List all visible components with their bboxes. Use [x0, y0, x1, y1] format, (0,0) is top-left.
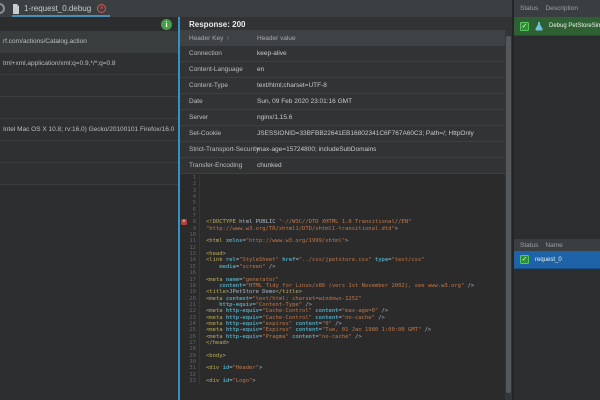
file-icon [12, 4, 20, 14]
request-detail-row[interactable] [0, 75, 178, 97]
request-detail-value: tml+xml,application/xml;q=0.9,*/*;q=0.8 [0, 60, 116, 67]
partial-circle-icon [0, 3, 5, 14]
scenario-table-header: Status Description [514, 0, 600, 17]
tab-bar: 1-request_0.debug × [0, 0, 512, 17]
request-detail-row[interactable]: Intel Mac OS X 10.8; rv:16.0) Gecko/2010… [0, 119, 178, 141]
request-detail-row[interactable] [0, 97, 178, 119]
header-value: text/html;charset=UTF-8 [257, 82, 327, 89]
header-key: Date [180, 98, 257, 105]
header-key: Server [180, 114, 257, 121]
header-key: Set-Cookie [180, 130, 257, 137]
request-table: rf.com/actions/Catalog.action tml+xml,app… [0, 31, 178, 185]
column-header-value[interactable]: Header value [257, 35, 296, 42]
status-panel: Status Description ✓ Debug PetStoreSimu … [512, 0, 600, 400]
header-key: Content-Type [180, 82, 257, 89]
response-header-row[interactable]: Servernginx/1.15.6 [180, 110, 512, 126]
code-text: <html xmlns="http://www.w3.org/1999/xhtm… [206, 238, 348, 244]
request-detail-row[interactable] [0, 141, 178, 163]
response-header-row[interactable]: Connectionkeep-alive [180, 46, 512, 62]
request-detail-row[interactable] [0, 163, 178, 185]
response-header-row[interactable]: DateSun, 09 Feb 2020 23:01:16 GMT [180, 94, 512, 110]
status-check-icon: ✓ [520, 22, 529, 31]
code-text: media="screen" /> [206, 264, 276, 270]
scenario-row[interactable]: ✓ Debug PetStoreSimu [514, 17, 600, 36]
header-value: chunked [257, 162, 282, 169]
column-header-status[interactable]: Status [520, 5, 538, 12]
scrollbar-thumb[interactable] [506, 36, 511, 393]
status-panel-spacer [514, 36, 600, 239]
code-line: 33 <div id="Logo"> [180, 378, 512, 384]
code-text: <meta http-equiv="Pragma" content="no-ca… [206, 334, 362, 340]
response-status-title: Response: 200 [180, 17, 512, 30]
response-headers-table: Connectionkeep-aliveContent-LanguageenCo… [180, 46, 512, 174]
code-text: <div id="Logo"> [206, 378, 256, 384]
code-lines: 1234567✕8<!DOCTYPE html PUBLIC "-//W3C//… [180, 175, 512, 384]
header-value: en [257, 66, 264, 73]
sort-ascending-icon: ↑ [226, 35, 229, 42]
column-header-name[interactable]: Name [545, 242, 562, 249]
app-window: 1-request_0.debug × rf.com/actions/Catal… [0, 0, 600, 400]
request-detail-value: rf.com/actions/Catalog.action [0, 38, 87, 45]
column-header-description[interactable]: Description [545, 5, 578, 12]
tab-title: 1-request_0.debug [24, 4, 91, 13]
request-table-header: Status Name [514, 239, 600, 251]
response-panel: Response: 200 Header Key ↑ Header value … [178, 17, 512, 400]
header-value: JSESSIONID=33BFBB22641EB16802341C6F767A6… [257, 130, 474, 137]
header-key: Connection [180, 50, 257, 57]
request-detail-value: Intel Mac OS X 10.8; rv:16.0) Gecko/2010… [0, 126, 174, 133]
headers-table-header: Header Key ↑ Header value [180, 30, 512, 46]
request-detail-row[interactable]: rf.com/actions/Catalog.action [0, 31, 178, 53]
code-editor[interactable]: 1234567✕8<!DOCTYPE html PUBLIC "-//W3C//… [180, 174, 512, 400]
request-row[interactable]: ✓ request_0 [514, 251, 600, 269]
header-key: Transfer-Encoding [180, 162, 257, 169]
response-header-row[interactable]: Strict-Transport-Securitymax-age=1572480… [180, 142, 512, 158]
code-text: <div id="Header"> [206, 365, 262, 371]
header-value: keep-alive [257, 50, 287, 57]
response-header-row[interactable]: Content-Typetext/html;charset=UTF-8 [180, 78, 512, 94]
close-tab-icon[interactable]: × [97, 4, 106, 13]
scenario-label: Debug PetStoreSimu [549, 23, 600, 29]
header-value: Sun, 09 Feb 2020 23:01:16 GMT [257, 98, 352, 105]
request-detail-row[interactable]: tml+xml,application/xml;q=0.9,*/*;q=0.8 [0, 53, 178, 75]
header-key: Content-Language [180, 66, 257, 73]
status-check-icon: ✓ [520, 255, 529, 264]
column-header-status-2[interactable]: Status [520, 242, 538, 249]
request-details-panel: rf.com/actions/Catalog.action tml+xml,app… [0, 17, 178, 400]
info-icon[interactable]: i [161, 19, 172, 30]
code-text: </head> [206, 340, 229, 346]
error-marker-icon[interactable]: ✕ [181, 219, 187, 225]
simulation-flask-icon [535, 22, 543, 31]
header-key: Strict-Transport-Security [180, 146, 257, 153]
header-value: nginx/1.15.6 [257, 114, 292, 121]
response-header-row[interactable]: Transfer-Encodingchunked [180, 158, 512, 174]
vertical-scrollbar[interactable] [505, 30, 512, 400]
code-text: <body> [206, 353, 226, 359]
line-number: 33 [180, 378, 200, 384]
header-value: max-age=15724800; includeSubDomains [257, 146, 376, 153]
request-label: request_0 [535, 257, 562, 263]
code-text: "http://www.w3.org/TR/xhtml1/DTD/xhtml1-… [206, 226, 398, 232]
response-header-row[interactable]: Set-CookieJSESSIONID=33BFBB22641EB168023… [180, 126, 512, 142]
response-header-row[interactable]: Content-Languageen [180, 62, 512, 78]
column-header-key[interactable]: Header Key ↑ [180, 35, 257, 42]
column-header-key-label: Header Key [189, 35, 223, 42]
